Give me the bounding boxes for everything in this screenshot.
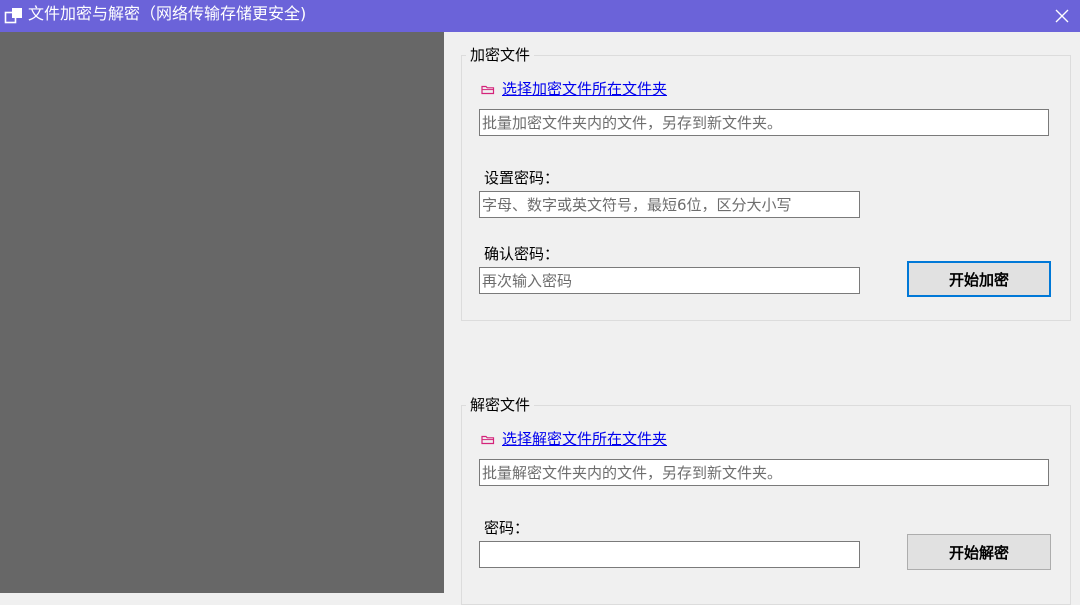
- select-encrypt-folder-text[interactable]: 选择加密文件所在文件夹: [502, 79, 667, 99]
- encrypt-group-title: 加密文件: [466, 46, 535, 64]
- decrypt-group-title: 解密文件: [466, 396, 535, 414]
- windows-app-icon: [4, 6, 24, 26]
- folder-icon: [481, 435, 495, 445]
- encrypt-folder-path-field[interactable]: [479, 109, 1049, 136]
- window-title: 文件加密与解密（网络传输存储更安全): [28, 4, 307, 23]
- preview-panel: [0, 32, 444, 593]
- set-password-field[interactable]: [479, 191, 860, 218]
- folder-icon: [481, 85, 495, 95]
- close-x-icon: [1055, 9, 1069, 23]
- confirm-password-field[interactable]: [479, 267, 860, 294]
- decrypt-password-label: 密码：: [484, 519, 530, 537]
- decrypt-folder-path-field[interactable]: [479, 459, 1049, 486]
- start-decrypt-button[interactable]: 开始解密: [907, 534, 1051, 570]
- set-password-label: 设置密码：: [484, 169, 560, 187]
- select-decrypt-folder-text[interactable]: 选择解密文件所在文件夹: [502, 429, 667, 449]
- start-encrypt-button[interactable]: 开始加密: [907, 261, 1051, 297]
- confirm-password-label: 确认密码：: [484, 245, 560, 263]
- title-bar: 文件加密与解密（网络传输存储更安全): [0, 0, 1080, 32]
- close-button[interactable]: [1044, 0, 1080, 32]
- decrypt-password-field[interactable]: [479, 541, 860, 568]
